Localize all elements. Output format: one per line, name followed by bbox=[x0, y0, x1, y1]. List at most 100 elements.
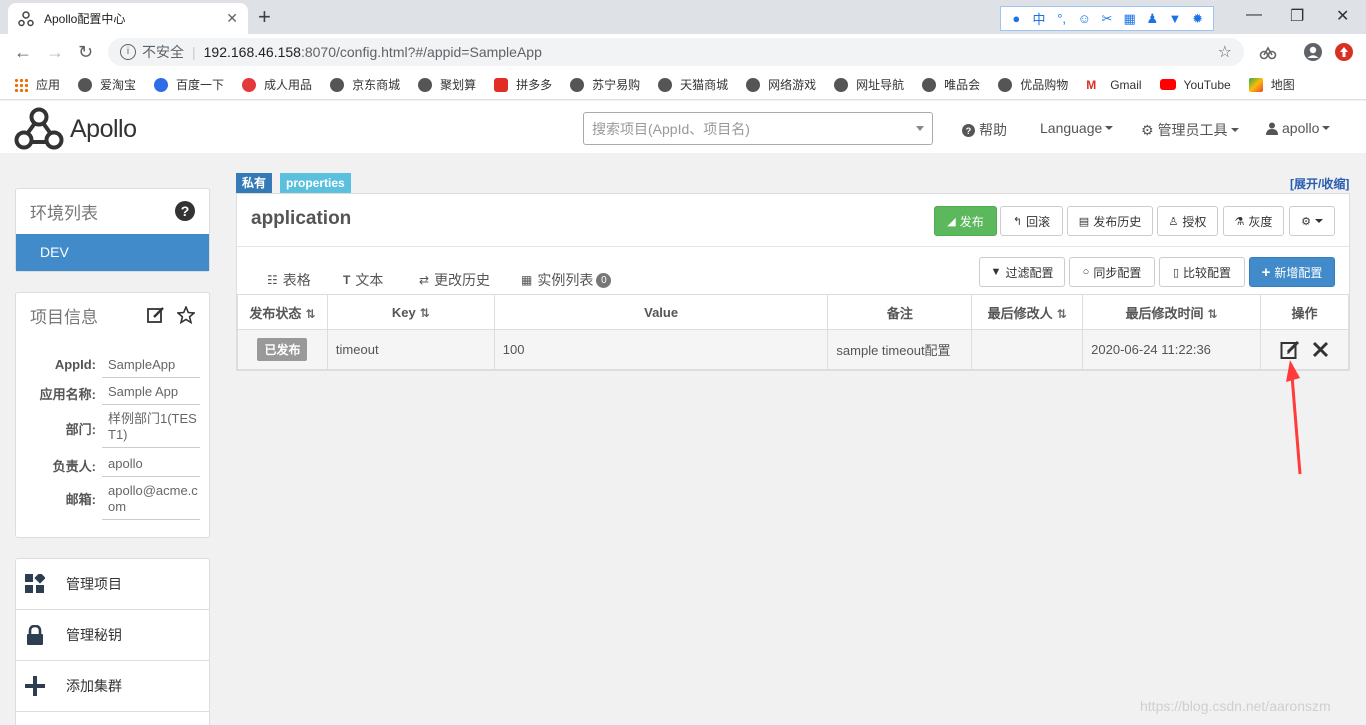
bookmark-item[interactable]: 网址导航 bbox=[834, 76, 904, 93]
bookmark-item[interactable]: M Gmail bbox=[1086, 78, 1141, 92]
bookmark-item[interactable]: 爱淘宝 bbox=[78, 76, 136, 93]
globe-icon bbox=[746, 77, 761, 92]
annotation-arrow bbox=[1286, 360, 1302, 475]
bookmark-item[interactable]: 百度一下 bbox=[154, 76, 224, 93]
sync-config-button[interactable]: ○ 同步配置 bbox=[1069, 257, 1155, 287]
env-list-header: 环境列表 ? bbox=[16, 189, 209, 233]
url-host: 192.168.46.158 bbox=[203, 44, 301, 60]
edit-row-icon[interactable] bbox=[1280, 339, 1301, 360]
globe-icon bbox=[330, 77, 345, 92]
bookmark-item[interactable]: 唯品会 bbox=[922, 76, 980, 93]
caret-down-icon bbox=[1314, 219, 1323, 223]
tab-instances[interactable]: ▦ 实例列表 0 bbox=[521, 270, 612, 290]
logo-text: Apollo bbox=[70, 114, 137, 143]
ime-settings-icon[interactable]: ✹ bbox=[1189, 11, 1207, 27]
sort-icon: ⇅ bbox=[1207, 306, 1218, 321]
bookmark-item[interactable]: 天猫商城 bbox=[658, 76, 728, 93]
namespace-panel: application ◢ 发布 ↰ 回滚 ▤ 发布历史 ♙ 授权 ⚗ 灰度 ⚙ ☷ 表格 … bbox=[236, 193, 1350, 371]
compare-config-button[interactable]: ▯ 比较配置 bbox=[1159, 257, 1245, 287]
url-path: :8070/config.html?#/appid=SampleApp bbox=[300, 44, 542, 60]
edit-icon[interactable] bbox=[147, 306, 165, 324]
tab-title: Apollo配置中心 bbox=[44, 12, 126, 26]
grant-button[interactable]: ♙ 授权 bbox=[1157, 206, 1218, 236]
ime-skin-icon[interactable]: ▼ bbox=[1166, 11, 1184, 26]
update-icon[interactable] bbox=[1334, 42, 1354, 62]
reload-icon[interactable]: ↻ bbox=[78, 42, 93, 62]
settings-dropdown-button[interactable]: ⚙ bbox=[1289, 206, 1335, 236]
ime-keyboard-icon[interactable]: ▦ bbox=[1121, 11, 1139, 27]
ime-punct-icon[interactable]: °, bbox=[1053, 11, 1071, 26]
bookmark-item[interactable]: YouTube bbox=[1159, 78, 1231, 92]
bookmark-item[interactable]: 京东商城 bbox=[330, 76, 400, 93]
gray-release-button[interactable]: ⚗ 灰度 bbox=[1223, 206, 1284, 236]
flask-icon: ⚗ bbox=[1234, 215, 1245, 228]
add-config-button[interactable]: + 新增配置 bbox=[1249, 257, 1335, 287]
close-tab-icon[interactable]: ✕ bbox=[226, 10, 238, 27]
calendar-icon: ▤ bbox=[1078, 215, 1090, 228]
bookmark-item[interactable]: 成人用品 bbox=[242, 76, 312, 93]
info-row-owner: 负责人: apollo bbox=[16, 454, 209, 477]
ime-toolbar[interactable]: ● 中 °, ☺ ✂ ▦ ♟ ▼ ✹ bbox=[1000, 6, 1214, 31]
tab-change-history[interactable]: ⇄ 更改历史 bbox=[419, 270, 490, 290]
menu-manage-secrets[interactable]: 管理秘钥 bbox=[16, 610, 209, 661]
user-dropdown[interactable]: apollo bbox=[1266, 120, 1331, 136]
project-search[interactable]: 搜索项目(AppId、项目名) bbox=[583, 112, 933, 145]
bookmark-item[interactable]: 优品购物 bbox=[998, 76, 1068, 93]
question-icon: ? bbox=[962, 123, 975, 137]
col-header-modifier[interactable]: 最后修改人 ⇅ bbox=[971, 294, 1084, 330]
info-row-department: 部门: 样例部门1(TEST1) bbox=[16, 409, 209, 448]
bookmark-star-icon[interactable]: ☆ bbox=[1218, 42, 1232, 62]
language-dropdown[interactable]: Language bbox=[1040, 120, 1114, 136]
col-header-status[interactable]: 发布状态 ⇅ bbox=[237, 294, 328, 330]
star-icon[interactable] bbox=[177, 306, 195, 324]
site-info-icon[interactable]: i bbox=[120, 44, 136, 60]
maximize-icon[interactable]: ❐ bbox=[1290, 6, 1304, 26]
plus-icon: + bbox=[1261, 263, 1271, 281]
pinduoduo-icon bbox=[494, 77, 509, 92]
bookmark-item[interactable]: 地图 bbox=[1248, 76, 1295, 93]
ime-user-icon[interactable]: ● bbox=[1007, 11, 1025, 26]
baidu-paw-icon bbox=[154, 77, 169, 92]
forward-icon[interactable]: → bbox=[46, 42, 64, 62]
menu-add-cluster[interactable]: 添加集群 bbox=[16, 661, 209, 712]
bookmark-item[interactable]: 聚划算 bbox=[418, 76, 476, 93]
cell-comment: sample timeout配置 bbox=[827, 329, 973, 370]
menu-manage-project[interactable]: 管理项目 bbox=[16, 559, 209, 610]
bookmark-item[interactable]: 苏宁易购 bbox=[570, 76, 640, 93]
new-tab-icon[interactable]: + bbox=[258, 4, 271, 30]
ime-lang[interactable]: 中 bbox=[1030, 9, 1048, 28]
env-item-dev[interactable]: DEV bbox=[16, 234, 209, 271]
col-header-key[interactable]: Key ⇅ bbox=[326, 294, 495, 330]
col-header-modified-time[interactable]: 最后修改时间 ⇅ bbox=[1082, 294, 1261, 330]
tab-table[interactable]: ☷ 表格 bbox=[267, 270, 311, 297]
extension-icon[interactable] bbox=[1258, 42, 1278, 62]
profile-icon[interactable] bbox=[1303, 42, 1323, 62]
rollback-button[interactable]: ↰ 回滚 bbox=[1000, 206, 1063, 236]
ime-scissors-icon[interactable]: ✂ bbox=[1098, 11, 1116, 27]
admin-tools-dropdown[interactable]: ⚙ 管理员工具 bbox=[1141, 120, 1239, 140]
apollo-logo[interactable]: Apollo bbox=[14, 106, 137, 152]
refresh-icon: ○ bbox=[1082, 266, 1090, 278]
browser-tab[interactable]: Apollo配置中心 ✕ bbox=[8, 3, 248, 34]
window-close-icon[interactable]: ✕ bbox=[1336, 6, 1349, 26]
config-table: 发布状态 ⇅ Key ⇅ Value 备注 最后修改人 ⇅ 最后修改时间 ⇅ 操作 已发… bbox=[237, 294, 1349, 370]
expand-collapse-toggle[interactable]: [展开/收缩] bbox=[1290, 175, 1349, 192]
release-history-button[interactable]: ▤ 发布历史 bbox=[1067, 206, 1153, 236]
ime-emoji-icon[interactable]: ☺ bbox=[1075, 11, 1093, 26]
chevron-down-icon bbox=[916, 126, 924, 131]
bookmark-item[interactable]: 网络游戏 bbox=[746, 76, 816, 93]
back-icon[interactable]: ← bbox=[14, 42, 32, 62]
sort-icon: ⇅ bbox=[1056, 306, 1067, 321]
bookmark-item[interactable]: 拼多多 bbox=[494, 76, 552, 93]
filter-config-button[interactable]: ▼ 过滤配置 bbox=[979, 257, 1065, 287]
bookmark-apps[interactable]: 应用 bbox=[14, 76, 60, 93]
address-bar[interactable]: i 不安全 | 192.168.46.158 :8070/config.html… bbox=[108, 38, 1244, 66]
minimize-icon[interactable]: — bbox=[1246, 6, 1262, 24]
question-circle-icon[interactable]: ? bbox=[175, 201, 195, 221]
table-icon: ☷ bbox=[267, 273, 278, 287]
help-link[interactable]: ? 帮助 bbox=[962, 120, 1007, 140]
delete-row-icon[interactable] bbox=[1311, 340, 1330, 359]
tab-text[interactable]: T 文本 bbox=[343, 270, 383, 290]
ime-person-icon[interactable]: ♟ bbox=[1143, 11, 1161, 27]
publish-button[interactable]: ◢ 发布 bbox=[934, 206, 997, 236]
